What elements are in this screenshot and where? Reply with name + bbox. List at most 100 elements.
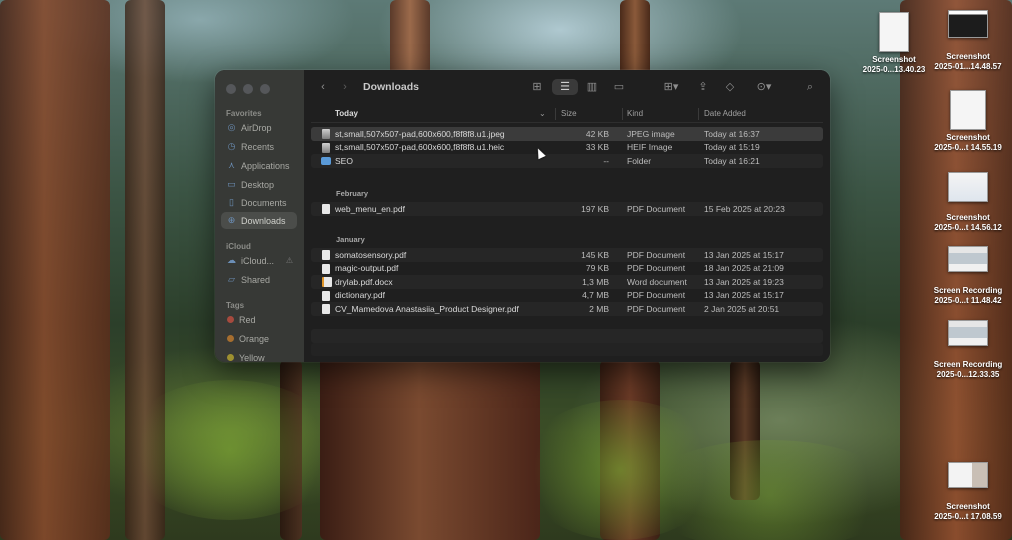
file-kind: PDF Document [627, 303, 686, 314]
group-header-february: February [336, 189, 369, 198]
file-date-added: 2 Jan 2025 at 20:51 [704, 303, 780, 314]
file-name: web_menu_en.pdf [335, 203, 405, 214]
file-row[interactable]: CV_Mamedova Anastasiia_Product Designer.… [311, 302, 823, 316]
column-header-date-added[interactable]: Date Added [704, 109, 746, 118]
column-view-button[interactable]: ▥ [583, 79, 601, 95]
sidebar-item-label: Documents [241, 197, 287, 208]
file-row[interactable]: magic-output.pdf 79 KB PDF Document 18 J… [311, 262, 823, 276]
download-icon: ⊕ [227, 215, 236, 225]
sidebar-item-desktop[interactable]: ▭ Desktop [221, 176, 297, 193]
tag-button[interactable]: ◇ [722, 79, 738, 95]
pdf-file-icon [322, 263, 330, 274]
forward-button[interactable]: › [338, 79, 352, 95]
file-name: CV_Mamedova Anastasiia_Product Designer.… [335, 303, 519, 314]
grid-view-icon: ⊞ [532, 81, 542, 93]
file-name: drylab.pdf.docx [335, 276, 393, 287]
desktop-file-name: 2025-0...t 14.55.19 [934, 143, 1002, 152]
word-document-icon [322, 277, 332, 287]
sidebar-section-tags: Tags [226, 301, 245, 310]
airdrop-icon: ◎ [227, 122, 236, 132]
file-kind: PDF Document [627, 263, 686, 273]
close-window-button[interactable] [226, 84, 236, 94]
group-by-icon: ⊞▾ [663, 81, 679, 93]
finder-content: ‹ › Downloads ⊞ ☰ ▥ ▭ ⊞▾ ⇪ ◇ ⊙▾ ⌕ Today … [304, 70, 830, 362]
desktop-file-screen-recording[interactable]: Screen Recording 2025-0...t 11.48.42 [924, 246, 1012, 306]
file-name: st,small,507x507-pad,600x600,f8f8f8.u1.h… [335, 142, 505, 152]
pdf-file-icon [322, 250, 330, 260]
file-row[interactable]: somatosensory.pdf 145 KB PDF Document 13… [311, 248, 823, 262]
sidebar-item-recents[interactable]: ◷ Recents [221, 138, 297, 155]
sidebar-item-documents[interactable]: ▯ Documents [221, 194, 297, 211]
column-header-name[interactable]: Today [335, 109, 358, 118]
file-row[interactable]: st,small,507x507-pad,600x600,f8f8f8.u1.h… [311, 141, 823, 155]
zoom-window-button[interactable] [260, 84, 270, 94]
cloud-icon: ☁ [227, 255, 236, 265]
desktop-file-screenshot[interactable]: Screenshot 2025-0...t 14.55.19 [928, 90, 1008, 153]
empty-row [311, 342, 823, 356]
minimize-window-button[interactable] [243, 84, 253, 94]
empty-row [311, 316, 823, 330]
file-size: -- [603, 155, 609, 166]
fern-foliage [640, 440, 900, 540]
list-view-icon: ☰ [560, 81, 570, 93]
search-button[interactable]: ⌕ [802, 79, 818, 95]
file-size: 33 KB [585, 142, 609, 152]
pdf-file-icon [322, 290, 330, 301]
sidebar-item-icloud-drive[interactable]: ☁ iCloud... ⚠ [221, 252, 297, 269]
file-name: st,small,507x507-pad,600x600,f8f8f8.u1.j… [335, 128, 505, 139]
file-size: 145 KB [581, 249, 609, 260]
file-thumbnail [948, 320, 988, 346]
tag-red-icon [227, 316, 234, 323]
sidebar-item-tag-yellow[interactable]: Yellow [221, 349, 297, 362]
file-size: 79 KB [585, 263, 609, 273]
sidebar-item-applications[interactable]: ⋏ Applications [221, 157, 297, 174]
sidebar-item-label: Shared [241, 274, 271, 285]
sidebar-item-downloads[interactable]: ⊕ Downloads [221, 212, 297, 229]
pdf-file-icon [322, 204, 330, 214]
desktop-file-name: Screenshot [872, 55, 916, 64]
sidebar-item-tag-orange[interactable]: Orange [221, 330, 297, 347]
desktop-file-name: Screenshot [946, 52, 990, 61]
desktop-file-name: 2025-0...t 11.48.42 [934, 296, 1002, 305]
desktop-file-screen-recording[interactable]: Screen Recording 2025-0...12.33.35 [924, 320, 1012, 380]
back-button[interactable]: ‹ [316, 79, 330, 95]
sidebar-item-shared[interactable]: ▱ Shared [221, 271, 297, 288]
sidebar-item-tag-red[interactable]: Red [221, 311, 297, 328]
file-row[interactable]: drylab.pdf.docx 1,3 MB Word document 13 … [311, 275, 823, 289]
column-header-size[interactable]: Size [561, 109, 577, 118]
folder-icon [321, 157, 331, 165]
file-kind: Word document [627, 276, 687, 287]
desktop-file-screenshot[interactable]: Screenshot 2025-01...14.48.57 [928, 10, 1008, 72]
more-actions-button[interactable]: ⊙▾ [750, 79, 778, 95]
list-view-button[interactable]: ☰ [552, 79, 578, 95]
group-header-january: January [336, 235, 365, 244]
group-by-button[interactable]: ⊞▾ [658, 79, 684, 95]
desktop-file-screenshot[interactable]: Screenshot 2025-0...t 14.56.12 [928, 172, 1008, 233]
desktop-file-name: Screen Recording [933, 286, 1003, 295]
desktop-file-name: Screenshot [946, 213, 990, 222]
sidebar-item-airdrop[interactable]: ◎ AirDrop [221, 119, 297, 136]
folder-row[interactable]: SEO -- Folder Today at 16:21 [311, 154, 823, 168]
sort-chevron-icon: ⌄ [539, 109, 546, 118]
desktop-file-name: 2025-0...12.33.35 [936, 370, 1000, 379]
tag-yellow-icon [227, 354, 234, 361]
file-kind: JPEG image [627, 128, 675, 139]
file-row[interactable]: web_menu_en.pdf 197 KB PDF Document 15 F… [311, 202, 823, 216]
desktop-file-name: 2025-0...13.40.23 [862, 65, 926, 74]
sidebar-section-icloud: iCloud [226, 242, 251, 251]
gallery-view-button[interactable]: ▭ [610, 79, 628, 95]
desktop-file-screenshot[interactable]: Screenshot 2025-0...t 17.08.59 [928, 462, 1008, 522]
column-header-kind[interactable]: Kind [627, 109, 643, 118]
chevron-left-icon: ‹ [321, 81, 325, 93]
sidebar-item-label: Desktop [241, 179, 275, 190]
file-thumbnail [948, 462, 988, 488]
tag-orange-icon [227, 335, 234, 342]
desktop-file-screenshot[interactable]: Screenshot 2025-0...13.40.23 [856, 12, 932, 75]
sidebar-item-label: Applications [241, 160, 290, 171]
column-view-icon: ▥ [586, 81, 598, 93]
share-button[interactable]: ⇪ [695, 79, 711, 95]
file-row[interactable]: st,small,507x507-pad,600x600,f8f8f8.u1.j… [311, 127, 823, 141]
file-name: dictionary.pdf [335, 290, 385, 300]
icon-view-button[interactable]: ⊞ [528, 79, 546, 95]
file-row[interactable]: dictionary.pdf 4,7 MB PDF Document 13 Ja… [311, 289, 823, 303]
